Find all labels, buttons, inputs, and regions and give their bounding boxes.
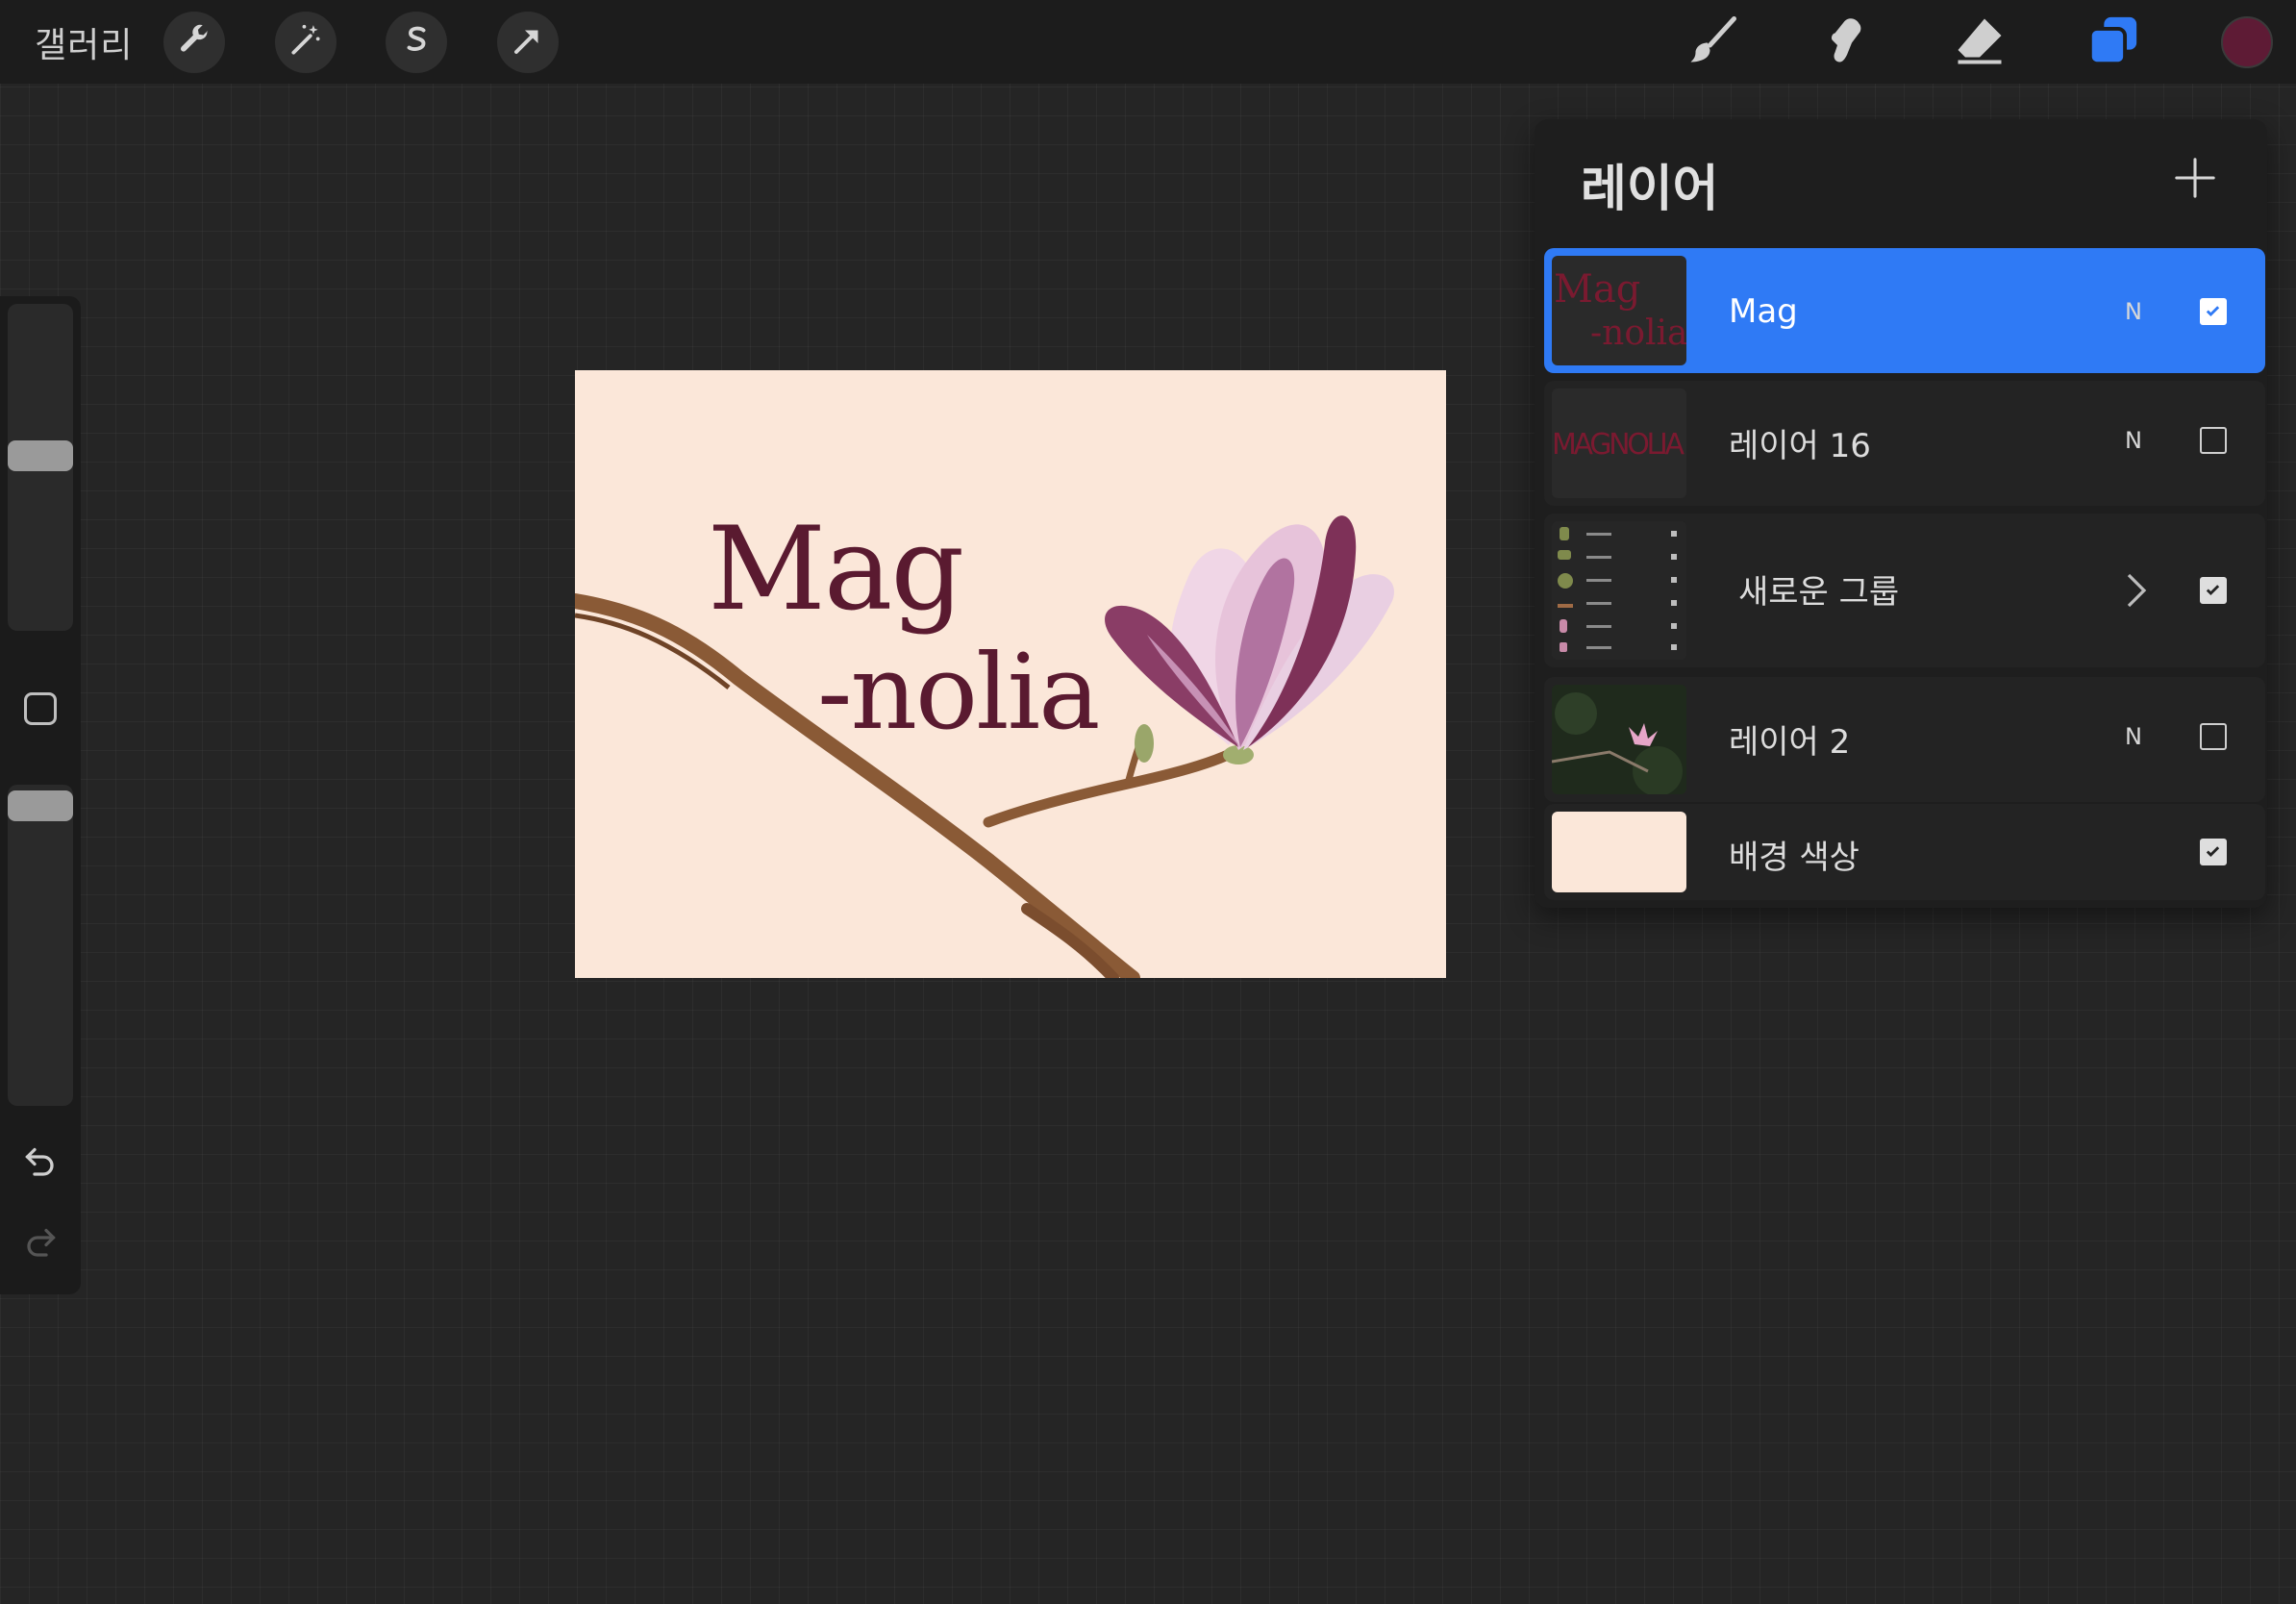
artwork-title-line2: -nolia	[817, 633, 1101, 753]
plus-icon	[2173, 158, 2217, 204]
chevron-right-icon[interactable]	[2125, 571, 2148, 610]
blend-mode[interactable]: N	[2125, 427, 2142, 454]
visibility-checkbox[interactable]	[2200, 298, 2227, 325]
opacity-slider[interactable]	[8, 785, 73, 1106]
brush-button[interactable]	[1679, 12, 1746, 73]
actions-button[interactable]	[163, 12, 225, 73]
visibility-checkbox[interactable]	[2200, 723, 2227, 750]
opacity-handle[interactable]	[8, 790, 73, 821]
layer-thumbnail: Mag -nolia	[1552, 256, 1686, 365]
svg-text:-nolia: -nolia	[1590, 313, 1686, 353]
visibility-checkbox[interactable]	[2200, 839, 2227, 865]
layers-panel: 레이어 Mag -nolia Mag N MAGNOLIA 레이어 16 N 새…	[1535, 119, 2267, 908]
wrench-icon	[176, 22, 212, 63]
transform-arrow-icon	[511, 23, 545, 62]
redo-button[interactable]	[19, 1223, 62, 1262]
gallery-button[interactable]: 갤러리	[35, 17, 133, 67]
top-toolbar: 갤러리	[0, 0, 2296, 84]
layers-panel-title: 레이어	[1581, 161, 1719, 218]
visibility-checkbox[interactable]	[2200, 577, 2227, 604]
layers-button[interactable]	[2080, 12, 2147, 73]
artwork-canvas[interactable]: Mag -nolia	[575, 370, 1446, 978]
layer-thumbnail: MAGNOLIA	[1552, 388, 1686, 498]
add-layer-button[interactable]	[2173, 156, 2217, 200]
blend-mode[interactable]: N	[2125, 298, 2142, 325]
undo-button[interactable]	[19, 1142, 62, 1181]
smudge-button[interactable]	[1813, 12, 1881, 73]
svg-text:MAGNOLIA: MAGNOLIA	[1552, 428, 1685, 462]
layer-row-16[interactable]: MAGNOLIA 레이어 16 N	[1544, 381, 2265, 506]
layer-name: Mag	[1729, 292, 1798, 331]
transform-button[interactable]	[497, 12, 559, 73]
left-sidebar	[0, 296, 81, 1294]
layers-icon	[2085, 13, 2141, 72]
adjustments-button[interactable]	[275, 12, 337, 73]
layer-name: 배경 색상	[1729, 839, 1859, 877]
background-color-swatch[interactable]	[1552, 812, 1686, 892]
eraser-icon	[1951, 12, 2009, 73]
modify-square-icon[interactable]	[24, 692, 57, 725]
layer-name: 레이어 16	[1729, 427, 1871, 465]
selection-s-icon	[399, 23, 434, 62]
thumb-text-mag: Mag	[1554, 267, 1640, 312]
layer-row-2[interactable]: 레이어 2 N	[1544, 677, 2265, 802]
layer-name: 레이어 2	[1729, 723, 1851, 762]
artwork-title-line1: Mag	[708, 503, 964, 637]
brush-icon	[1684, 12, 1741, 73]
brush-size-handle[interactable]	[8, 440, 73, 471]
layer-thumbnail	[1552, 685, 1686, 794]
color-picker-button[interactable]	[2221, 16, 2273, 68]
layer-row-mag[interactable]: Mag -nolia Mag N	[1544, 248, 2265, 373]
redo-icon	[21, 1223, 60, 1262]
group-name: 새로운 그룹	[1738, 573, 1900, 612]
visibility-checkbox[interactable]	[2200, 427, 2227, 454]
smudge-icon	[1818, 12, 1876, 73]
undo-icon	[21, 1142, 60, 1181]
background-color-row[interactable]: 배경 색상	[1544, 804, 2265, 900]
selection-button[interactable]	[386, 12, 447, 73]
magic-wand-icon	[287, 22, 324, 63]
eraser-button[interactable]	[1946, 12, 2013, 73]
blend-mode[interactable]: N	[2125, 723, 2142, 750]
group-thumbnail	[1552, 521, 1686, 660]
layer-group-row[interactable]: 새로운 그룹	[1544, 514, 2265, 667]
